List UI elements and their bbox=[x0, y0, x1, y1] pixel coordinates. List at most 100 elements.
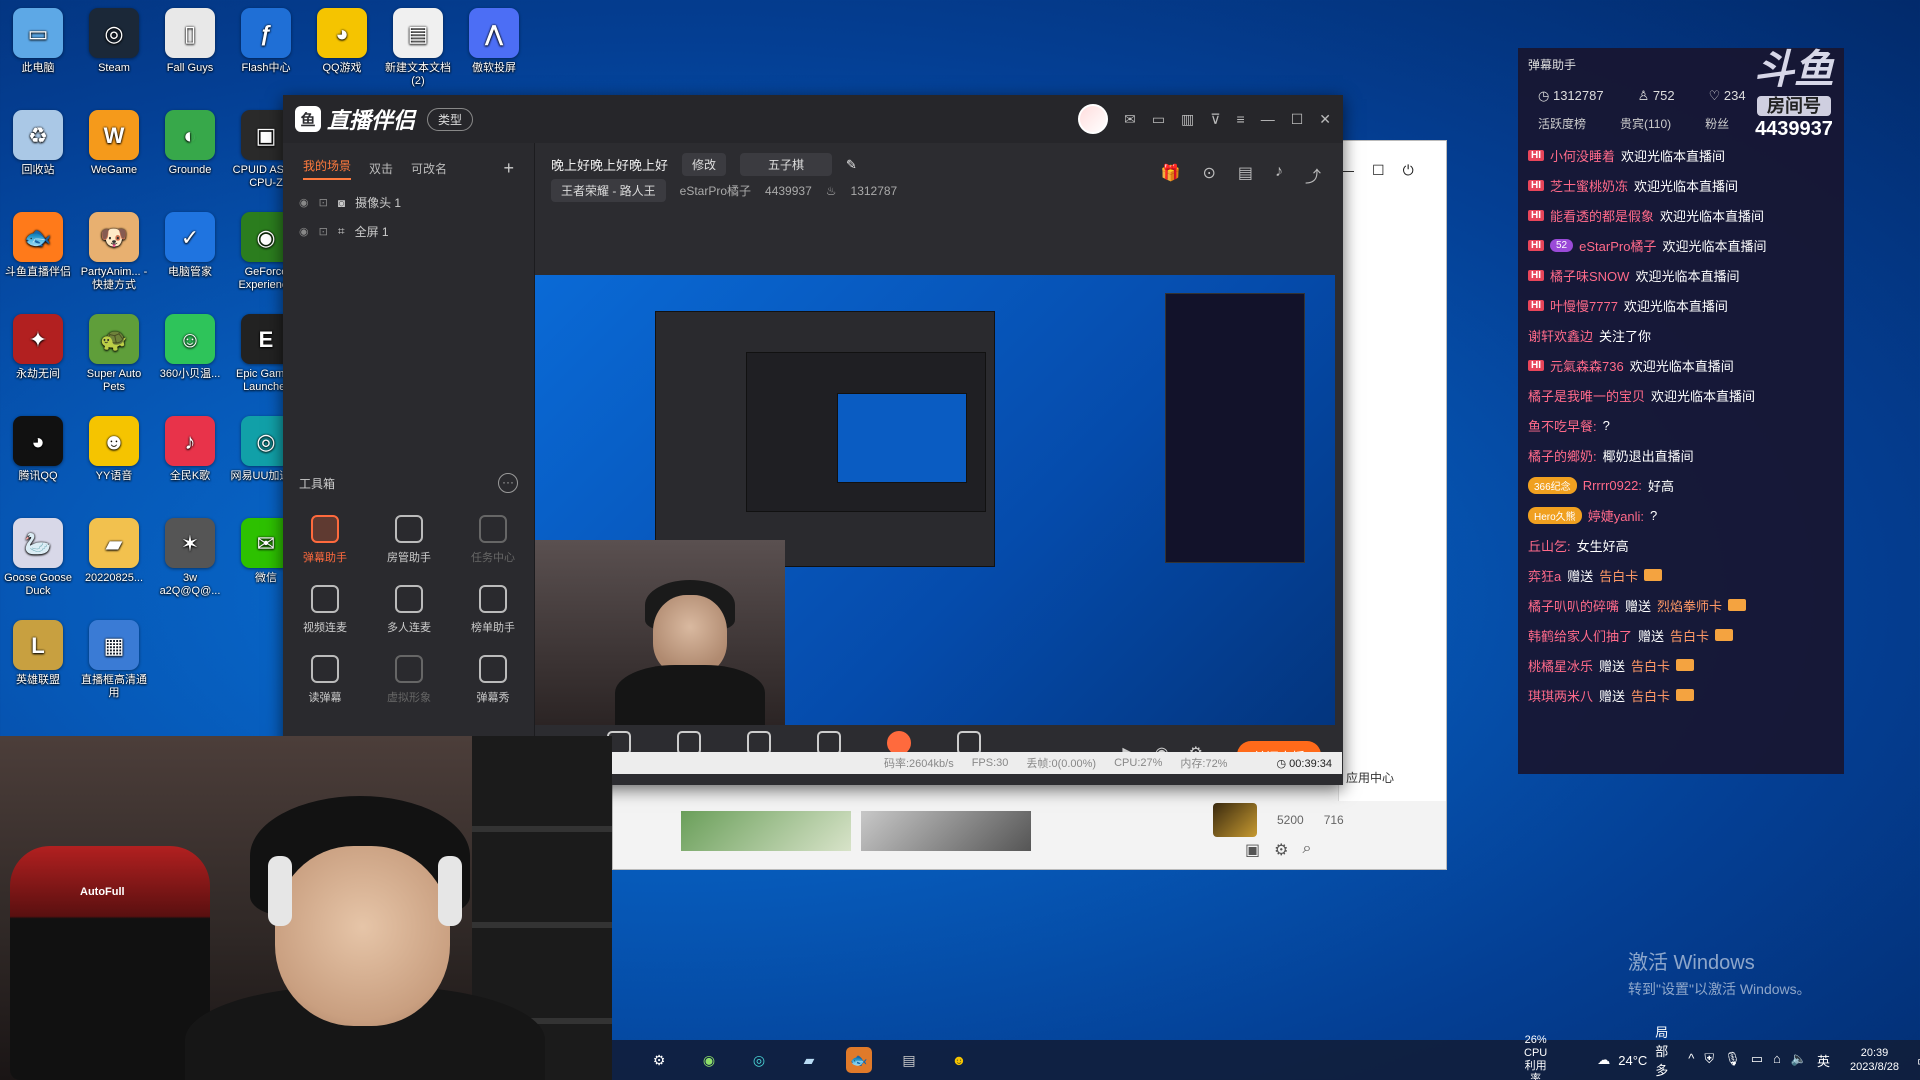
weather-widget[interactable]: ☁ 24°C 局部多云 bbox=[1597, 1022, 1668, 1080]
desktop-icon[interactable]: ✶ 3w a2Q@Q@... bbox=[152, 512, 228, 612]
volume-icon[interactable]: 🔈 bbox=[1791, 1051, 1807, 1070]
skin-icon[interactable]: ▥ bbox=[1181, 111, 1194, 128]
desktop-icon[interactable]: ▯ Fall Guys bbox=[152, 2, 228, 102]
tab-my-scene[interactable]: 我的场景 bbox=[303, 157, 352, 180]
notepad-icon[interactable]: ▰ bbox=[796, 1047, 822, 1073]
search-icon[interactable]: ⌕ bbox=[1302, 840, 1311, 860]
clock[interactable]: 20:39 2023/8/28 bbox=[1850, 1046, 1899, 1074]
tool-item[interactable]: 视频连麦 bbox=[283, 585, 367, 635]
eye-icon[interactable]: ◉ bbox=[299, 196, 309, 209]
photos-icon[interactable]: ▤ bbox=[896, 1047, 922, 1073]
lock-icon[interactable]: ⊡ bbox=[319, 225, 328, 238]
gift-icon[interactable]: 🎁 bbox=[1161, 163, 1181, 187]
settings-icon[interactable]: ⚙ bbox=[646, 1047, 672, 1073]
tab-activity-rank[interactable]: 活跃度榜 bbox=[1538, 115, 1586, 132]
category-tag-button[interactable]: 类型 bbox=[427, 107, 474, 131]
danmu-user[interactable]: 芝士蜜桃奶冻 bbox=[1550, 176, 1628, 195]
desktop-icon[interactable]: ✦ 永劫无间 bbox=[0, 308, 76, 408]
gift-user[interactable]: 桃橘星冰乐 bbox=[1528, 656, 1593, 675]
tool-item[interactable]: 任务中心 bbox=[451, 515, 535, 565]
game-chip[interactable]: 王者荣耀 - 路人王 bbox=[551, 179, 666, 202]
desktop-icon[interactable]: ◐ Grounde bbox=[152, 104, 228, 204]
danmu-user[interactable]: 丘山乞: bbox=[1528, 536, 1571, 555]
power-icon[interactable]: ⏻ bbox=[1403, 162, 1414, 179]
desktop-icon[interactable]: 🐟 斗鱼直播伴侣 bbox=[0, 206, 76, 306]
pencil-icon[interactable]: ✎ bbox=[846, 157, 857, 173]
desktop-icon[interactable]: ◕ QQ游戏 bbox=[304, 2, 380, 102]
tool-item[interactable]: 多人连麦 bbox=[367, 585, 451, 635]
tool-item[interactable]: 房管助手 bbox=[367, 515, 451, 565]
uu-icon[interactable]: ◎ bbox=[746, 1047, 772, 1073]
danmu-assistant-panel[interactable]: 弹幕助手 斗鱼 房间号 4439937 ◷ 1312787 ♙ 752 ♡ 23… bbox=[1518, 48, 1844, 774]
desktop-icon[interactable]: ◕ 腾讯QQ bbox=[0, 410, 76, 510]
danmu-user[interactable]: 婷婕yanli: bbox=[1588, 506, 1644, 525]
app-center-link[interactable]: 应用中心 bbox=[1346, 769, 1394, 786]
stream-preview[interactable] bbox=[535, 275, 1335, 725]
maximize-icon[interactable]: ☐ bbox=[1291, 111, 1304, 128]
lock-icon[interactable]: ⊡ bbox=[319, 196, 328, 209]
unlock-icon[interactable]: ⊙ bbox=[1202, 163, 1215, 187]
close-icon[interactable]: ✕ bbox=[1319, 111, 1331, 128]
thumbnail[interactable] bbox=[681, 811, 851, 851]
douyu-icon[interactable]: 🐟 bbox=[846, 1047, 872, 1073]
gift-user[interactable]: 弈狂a bbox=[1528, 566, 1561, 585]
tool-item[interactable]: 虚拟形象 bbox=[367, 655, 451, 705]
danmu-user[interactable]: 橘子味SNOW bbox=[1550, 266, 1629, 285]
desktop-icon[interactable]: ☺ 360小贝温... bbox=[152, 308, 228, 408]
desktop-icon[interactable]: 🦢 Goose Goose Duck bbox=[0, 512, 76, 612]
source-item-fullscreen[interactable]: ◉ ⊡ ⌗ 全屏 1 bbox=[283, 217, 534, 246]
desktop-icon[interactable]: L 英雄联盟 bbox=[0, 614, 76, 714]
mail-icon[interactable]: ✉ bbox=[1124, 111, 1136, 128]
menu-icon[interactable]: ≡ bbox=[1237, 111, 1245, 127]
danmu-user[interactable]: 鱼不吃早餐: bbox=[1528, 416, 1597, 435]
shirt-icon[interactable]: ⊽ bbox=[1210, 111, 1220, 128]
settings-icon[interactable]: ⚙ bbox=[1274, 840, 1288, 860]
minimize-icon[interactable]: — bbox=[1261, 111, 1275, 127]
desktop-icon[interactable]: 🐢 Super Auto Pets bbox=[76, 308, 152, 408]
desktop-icon[interactable]: ◎ Steam bbox=[76, 2, 152, 102]
tab-double-click[interactable]: 双击 bbox=[369, 160, 393, 177]
danmu-user[interactable]: 谢轩欢鑫边 bbox=[1528, 326, 1593, 345]
mic-icon[interactable]: 🎙 bbox=[1724, 1051, 1741, 1070]
source-item-camera[interactable]: ◉ ⊡ ◙ 摄像头 1 bbox=[283, 188, 534, 217]
desktop-icon[interactable]: ▰ 20220825... bbox=[76, 512, 152, 612]
desktop-icon[interactable]: ▭ 此电脑 bbox=[0, 2, 76, 102]
video-icon[interactable]: ▣ bbox=[1245, 840, 1260, 860]
chevron-up-icon[interactable]: ^ bbox=[1688, 1051, 1694, 1070]
desktop-icon[interactable]: ▤ 新建文本文档 (2) bbox=[380, 2, 456, 102]
yy-icon[interactable]: ☻ bbox=[946, 1047, 972, 1073]
tool-item[interactable]: 弹幕助手 bbox=[283, 515, 367, 565]
tool-item[interactable]: 弹幕秀 bbox=[451, 655, 535, 705]
shield-icon[interactable]: ⛨ bbox=[1704, 1051, 1714, 1070]
tab-vip[interactable]: 贵宾(110) bbox=[1620, 115, 1671, 132]
tab-fans[interactable]: 粉丝 bbox=[1705, 115, 1729, 132]
danmu-user[interactable]: 元氣森森736 bbox=[1550, 356, 1624, 375]
bell-icon[interactable]: ♪ bbox=[1275, 163, 1283, 187]
tab-renamable[interactable]: 可改名 bbox=[411, 160, 447, 177]
share-icon[interactable]: ⤴ bbox=[1305, 163, 1321, 187]
gift-user[interactable]: 橘子叭叭的碎嘴 bbox=[1528, 596, 1619, 615]
ime-indicator[interactable]: 英 bbox=[1817, 1051, 1830, 1070]
danmu-user[interactable]: 小何没睡着 bbox=[1550, 146, 1615, 165]
add-scene-icon[interactable]: + bbox=[503, 158, 514, 179]
danmu-user[interactable]: Rrrrr0922: bbox=[1583, 478, 1642, 493]
desktop-icon[interactable]: ⋀ 傲软投屏 bbox=[456, 2, 532, 102]
danmu-user[interactable]: 叶慢慢7777 bbox=[1550, 296, 1618, 315]
desktop-icon[interactable]: 🐶 PartyAnim... - 快捷方式 bbox=[76, 206, 152, 306]
danmu-user[interactable]: eStarPro橘子 bbox=[1579, 236, 1656, 255]
danmu-user[interactable]: 橘子的鄉奶: bbox=[1528, 446, 1597, 465]
edit-title-button[interactable]: 修改 bbox=[682, 153, 727, 176]
desktop-icon[interactable]: ☻ YY语音 bbox=[76, 410, 152, 510]
maximize-icon[interactable]: ☐ bbox=[1372, 162, 1385, 179]
eye-icon[interactable]: ◉ bbox=[299, 225, 309, 238]
more-icon[interactable]: ··· bbox=[498, 473, 518, 493]
desktop-icon[interactable]: ƒ Flash中心 bbox=[228, 2, 304, 102]
avatar[interactable] bbox=[1078, 104, 1109, 134]
category-chip[interactable]: 五子棋 bbox=[740, 153, 833, 176]
cpu-widget[interactable]: 26% CPU利用率 bbox=[1524, 1034, 1547, 1080]
desktop-icon[interactable]: W WeGame bbox=[76, 104, 152, 204]
display-icon[interactable]: ▭ bbox=[1751, 1051, 1763, 1070]
danmu-user[interactable]: 橘子是我唯一的宝贝 bbox=[1528, 386, 1645, 405]
desktop-icon[interactable]: ▦ 直播框高清通用 bbox=[76, 614, 152, 714]
screen-icon[interactable]: ▭ bbox=[1152, 111, 1165, 128]
